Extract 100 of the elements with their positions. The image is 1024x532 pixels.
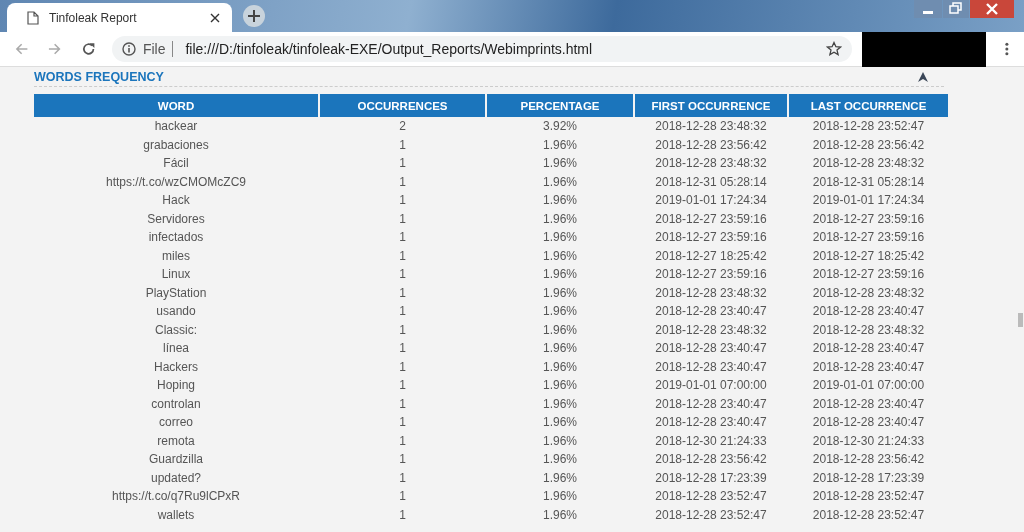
table-cell-text: 1 [398, 247, 407, 265]
table-cell-text: 2019-01-01 07:00:00 [811, 377, 926, 395]
table-cell-text: 2018-12-28 23:40:47 [811, 303, 926, 321]
tab-title: Tinfoleak Report [49, 10, 138, 25]
table-cell-text: línea [162, 340, 190, 358]
menu-icon[interactable] [1004, 41, 1010, 57]
table-cell-text: 1 [398, 469, 407, 487]
table-cell-text: 2018-12-28 23:40:47 [654, 340, 768, 358]
table-cell-text: 1 [398, 488, 407, 506]
table-cell-text: 2019-01-01 17:24:34 [811, 192, 926, 210]
table-cell-text: 1.96% [542, 395, 578, 413]
table-cell-text: 2018-12-28 23:40:47 [654, 414, 768, 432]
table-cell-text: 1 [398, 395, 407, 413]
table-cell-text: 1 [398, 155, 407, 173]
table-cell-text: 1 [398, 303, 407, 321]
table-cell-text: 1.96% [542, 173, 578, 191]
table-cell-text: 1.96% [542, 303, 578, 321]
table-cell-text: 2018-12-28 23:52:47 [811, 506, 926, 524]
table-cell-text: 2018-12-28 23:40:47 [811, 414, 926, 432]
table-cell-text: 1 [398, 284, 407, 302]
table-cell-text: 2 [398, 118, 407, 136]
table-cell-text: 1.96% [542, 321, 578, 339]
table-cell-text: 2018-12-28 23:40:47 [811, 340, 926, 358]
table-cell-text: 2018-12-28 23:48:32 [811, 155, 926, 173]
scrollbar-thumb[interactable] [1018, 313, 1023, 327]
table-cell-text: 2018-12-28 23:56:42 [654, 136, 768, 154]
table-cell-text: 1.96% [542, 229, 578, 247]
table-cell-text: Servidores [146, 210, 206, 228]
table-cell-text: 2018-12-27 23:59:16 [811, 229, 926, 247]
table-cell-text: 2018-12-28 23:52:47 [654, 506, 768, 524]
table-cell-text: 1.96% [542, 284, 578, 302]
table-cell-text: 1 [398, 229, 407, 247]
restore-icon[interactable] [943, 0, 969, 18]
table-cell-text: 1 [398, 340, 407, 358]
table-cell-text: updated? [149, 469, 203, 487]
table-cell-text: 2018-12-27 23:59:16 [811, 210, 926, 228]
close-icon[interactable] [210, 12, 220, 23]
url-text: file:///D:/tinfoleak/tinfoleak-EXE/Output_Reports/Webimprints.html [185, 41, 594, 57]
table-cell-text: https://t.co/wzCMOMcZC9 [105, 173, 247, 191]
table-cell-text: 2018-12-31 05:28:14 [654, 173, 768, 191]
table-cell-text: 1 [398, 432, 407, 450]
table-cell-text: 2018-12-27 18:25:42 [654, 247, 768, 265]
table-cell-text: grabaciones [142, 136, 210, 154]
table-cell-text: 1.96% [542, 506, 578, 524]
table-cell-text: miles [161, 247, 191, 265]
table-cell-text: 2019-01-01 07:00:00 [654, 377, 768, 395]
table-cell-text: 1.96% [542, 192, 578, 210]
table-cell-text: 2018-12-28 17:23:39 [811, 469, 926, 487]
info-icon[interactable] [121, 42, 136, 56]
table-cell-text: 2018-12-28 17:23:39 [654, 469, 768, 487]
table-cell-text: PlayStation [144, 284, 208, 302]
table-cell-text: 1.96% [542, 469, 578, 487]
table-cell-text: remota [156, 432, 196, 450]
address-bar[interactable]: File file:///D:/tinfoleak/tinfoleak-EXE/Output_Reports/Webimprints.html [111, 36, 852, 62]
column-header: LAST OCCURRENCE [789, 94, 948, 117]
table-cell-text: Fácil [162, 155, 190, 173]
star-icon[interactable] [825, 41, 842, 57]
table-cell-text: 1 [398, 414, 407, 432]
table-cell-text: infectados [147, 229, 205, 247]
table-cell-text: hackear [153, 118, 199, 136]
table-cell-text: 2018-12-28 23:48:32 [654, 321, 768, 339]
table-cell-text: 1.96% [542, 340, 578, 358]
table-cell-text: 1.96% [542, 358, 578, 376]
table-cell-text: 2018-12-28 23:48:32 [811, 321, 926, 339]
table-cell-text: 1 [398, 136, 407, 154]
table-cell-text: 1 [398, 506, 407, 524]
table-cell-text: 2018-12-28 23:48:32 [654, 155, 768, 173]
reload-icon[interactable] [80, 41, 96, 57]
arrow-up-icon[interactable] [917, 70, 929, 83]
table-cell-text: 2018-12-28 23:52:47 [811, 118, 926, 136]
new-tab-icon[interactable] [242, 4, 266, 28]
table-cell-text: 1.96% [542, 247, 578, 265]
table-cell-text: 2018-12-28 23:40:47 [654, 395, 768, 413]
table-cell-text: Classic: [154, 321, 198, 339]
table-cell-text: 1.96% [542, 377, 578, 395]
close-window-icon[interactable] [970, 0, 1014, 18]
table-cell-text: 1.96% [542, 414, 578, 432]
table-cell-text: 2018-12-30 21:24:33 [811, 432, 926, 450]
column-header: WORD [34, 94, 318, 117]
table-cell-text: 1.96% [542, 155, 578, 173]
browser-tab[interactable]: Tinfoleak Report [7, 3, 232, 32]
page-icon [27, 10, 39, 25]
section-title: WORDS FREQUENCY [34, 69, 164, 84]
table-cell-text: 3.92% [542, 118, 578, 136]
table-cell-text: 1.96% [542, 488, 578, 506]
table-cell-text: 1 [398, 321, 407, 339]
table-cell-text: Guardzilla [148, 451, 204, 469]
table-cell-text: 2018-12-28 23:48:32 [811, 284, 926, 302]
scheme-label: File [142, 41, 166, 57]
table-cell-text: 2018-12-27 18:25:42 [811, 247, 926, 265]
table-cell-text: 1.96% [542, 136, 578, 154]
table-cell-text: 2018-12-28 23:52:47 [811, 488, 926, 506]
table-cell-text: Hack [161, 192, 191, 210]
table-cell-text: 2018-12-27 23:59:16 [654, 229, 768, 247]
table-cell-text: 2018-12-28 23:52:47 [654, 488, 768, 506]
table-cell-text: 2018-12-28 23:40:47 [811, 395, 926, 413]
column-header: PERCENTAGE [487, 94, 633, 117]
minimize-icon[interactable] [914, 0, 942, 18]
table-cell-text: 1 [398, 173, 407, 191]
table-cell-text: 1 [398, 377, 407, 395]
